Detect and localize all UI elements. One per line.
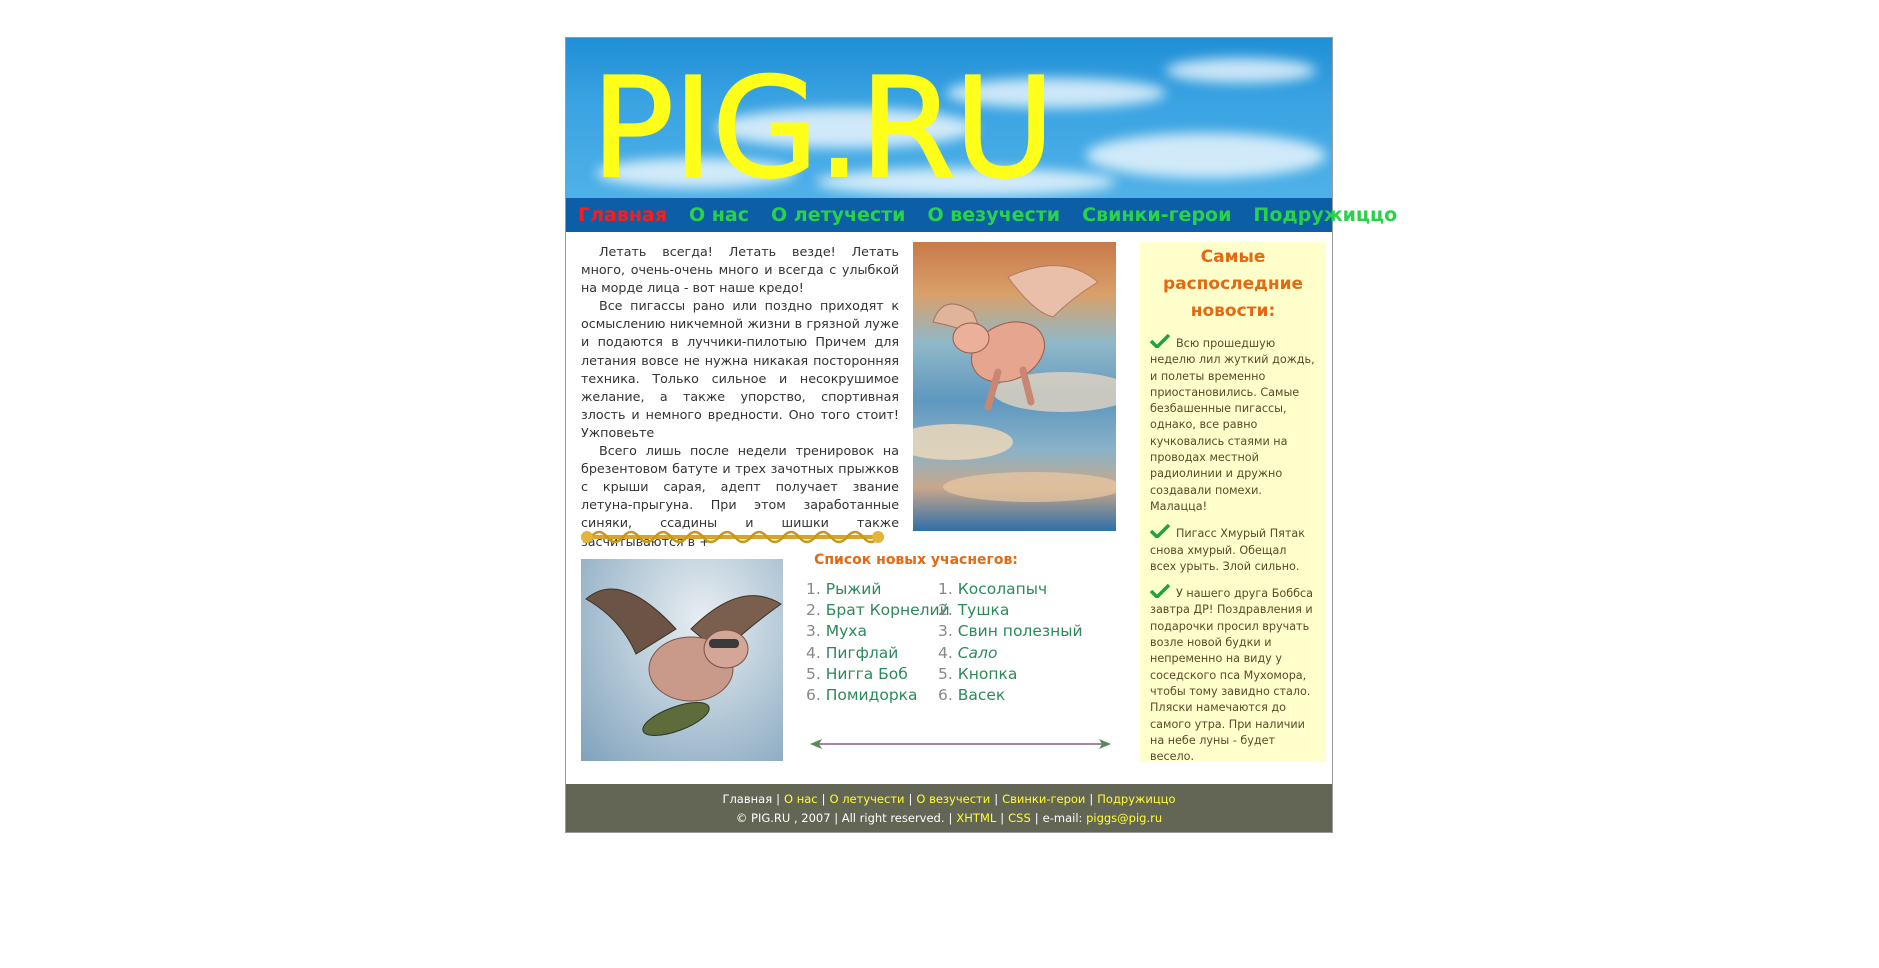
new-members-title: Список новых учаснегов: bbox=[814, 552, 1018, 568]
footer-link-luck[interactable]: О везучести bbox=[916, 792, 990, 806]
member-link[interactable]: Сало bbox=[958, 644, 998, 662]
intro-paragraph: Все пигассы рано или поздно приходят к о… bbox=[581, 298, 899, 440]
news-text: У нашего друга Боббса завтра ДР! Поздрав… bbox=[1150, 587, 1314, 764]
arrow-divider-icon bbox=[810, 739, 1111, 749]
footer-info: © PIG.RU , 2007 | All right reserved. | XH… bbox=[735, 811, 1163, 825]
list-item: 2. Брат Корнелий bbox=[806, 601, 950, 620]
intro-text: Летать всегда! Летать везде! Летать мног… bbox=[581, 243, 899, 551]
member-link[interactable]: Васек bbox=[958, 686, 1006, 704]
new-members-list-2: 1. Косолапыч 2. Тушка 3. Свин полезный 4… bbox=[938, 579, 1083, 706]
list-item: 3. Муха bbox=[806, 622, 867, 641]
list-item: 6. Васек bbox=[938, 686, 1006, 705]
header-banner: PIG.RU bbox=[566, 38, 1332, 198]
check-icon bbox=[1150, 334, 1170, 348]
gold-ornament bbox=[581, 530, 884, 544]
member-link[interactable]: Рыжий bbox=[826, 580, 882, 598]
list-item: 6. Помидорка bbox=[806, 686, 918, 705]
new-members-list-1: 1. Рыжий 2. Брат Корнелий 3. Муха 4. Пиг… bbox=[806, 579, 950, 706]
xhtml-link[interactable]: XHTML bbox=[956, 811, 996, 825]
pilot-pig-photo bbox=[581, 559, 783, 761]
email-link[interactable]: piggs@pig.ru bbox=[1086, 811, 1162, 825]
check-icon bbox=[1150, 584, 1170, 599]
check-icon bbox=[1150, 524, 1170, 539]
footer: Главная | О нас | О летучести | О везучести | Св… bbox=[566, 784, 1332, 832]
news-item: У нашего друга Боббса завтра ДР! Поздрав… bbox=[1150, 584, 1316, 765]
member-link[interactable]: Муха bbox=[826, 622, 867, 640]
news-text: Всю прошедшую неделю лил жуткий дождь, и… bbox=[1150, 337, 1315, 513]
logo-text: PIG.RU bbox=[591, 48, 1061, 196]
page-container: PIG.RU Главная О нас О летучести О везуч… bbox=[565, 37, 1397, 833]
nav-item-home[interactable]: Главная bbox=[578, 204, 667, 226]
list-item: 4. Сало bbox=[938, 643, 998, 662]
footer-link-heroes[interactable]: Свинки-герои bbox=[1002, 792, 1085, 806]
intro-paragraph: Летать всегда! Летать везде! Летать мног… bbox=[581, 244, 899, 296]
member-link[interactable]: Нигга Боб bbox=[826, 665, 908, 683]
list-item: 5. Кнопка bbox=[938, 664, 1018, 683]
footer-nav: Главная | О нас | О летучести | О везучести | Св… bbox=[722, 792, 1176, 806]
news-title: Самые распоследние новости: bbox=[1162, 247, 1304, 321]
footer-link-about[interactable]: О нас bbox=[784, 792, 818, 806]
member-link[interactable]: Косолапыч bbox=[958, 580, 1047, 598]
list-item: 5. Нигга Боб bbox=[806, 664, 908, 683]
footer-link-home[interactable]: Главная bbox=[722, 792, 772, 806]
news-text: Пигасс Хмурый Пятак снова хмурый. Обещал… bbox=[1150, 527, 1306, 573]
flying-pig-painting bbox=[913, 242, 1116, 531]
footer-link-flying[interactable]: О летучести bbox=[829, 792, 904, 806]
list-item: 3. Свин полезный bbox=[938, 622, 1083, 641]
member-link[interactable]: Тушка bbox=[958, 601, 1010, 619]
member-link[interactable]: Брат Корнелий bbox=[826, 601, 950, 619]
news-item: Всю прошедшую неделю лил жуткий дождь, и… bbox=[1150, 334, 1316, 515]
nav-item-about[interactable]: О нас bbox=[689, 204, 749, 226]
list-item: 2. Тушка bbox=[938, 601, 1010, 620]
nav-item-heroes[interactable]: Свинки-герои bbox=[1082, 204, 1231, 226]
nav-item-luck[interactable]: О везучести bbox=[928, 204, 1061, 226]
email-label: e-mail: bbox=[1042, 811, 1083, 825]
list-item: 1. Косолапыч bbox=[938, 580, 1048, 598]
list-item: 1. Рыжий bbox=[806, 580, 882, 598]
member-link[interactable]: Пигфлай bbox=[826, 644, 899, 662]
member-link[interactable]: Кнопка bbox=[958, 665, 1018, 683]
member-link[interactable]: Свин полезный bbox=[958, 622, 1083, 640]
main-nav: Главная О нас О летучести О везучести Св… bbox=[566, 198, 1397, 232]
css-link[interactable]: CSS bbox=[1008, 811, 1031, 825]
nav-item-flying[interactable]: О летучести bbox=[771, 204, 905, 226]
news-item: Пигасс Хмурый Пятак снова хмурый. Обещал… bbox=[1150, 524, 1316, 575]
news-box: Самые распоследние новости: Всю прошедшу… bbox=[1140, 242, 1326, 765]
copyright: © PIG.RU , 2007 | All right reserved. bbox=[735, 811, 945, 825]
nav-item-friends[interactable]: Подружиццо bbox=[1253, 204, 1397, 226]
member-link[interactable]: Помидорка bbox=[826, 686, 918, 704]
list-item: 4. Пигфлай bbox=[806, 643, 899, 662]
footer-link-friends[interactable]: Подружиццо bbox=[1097, 792, 1175, 806]
